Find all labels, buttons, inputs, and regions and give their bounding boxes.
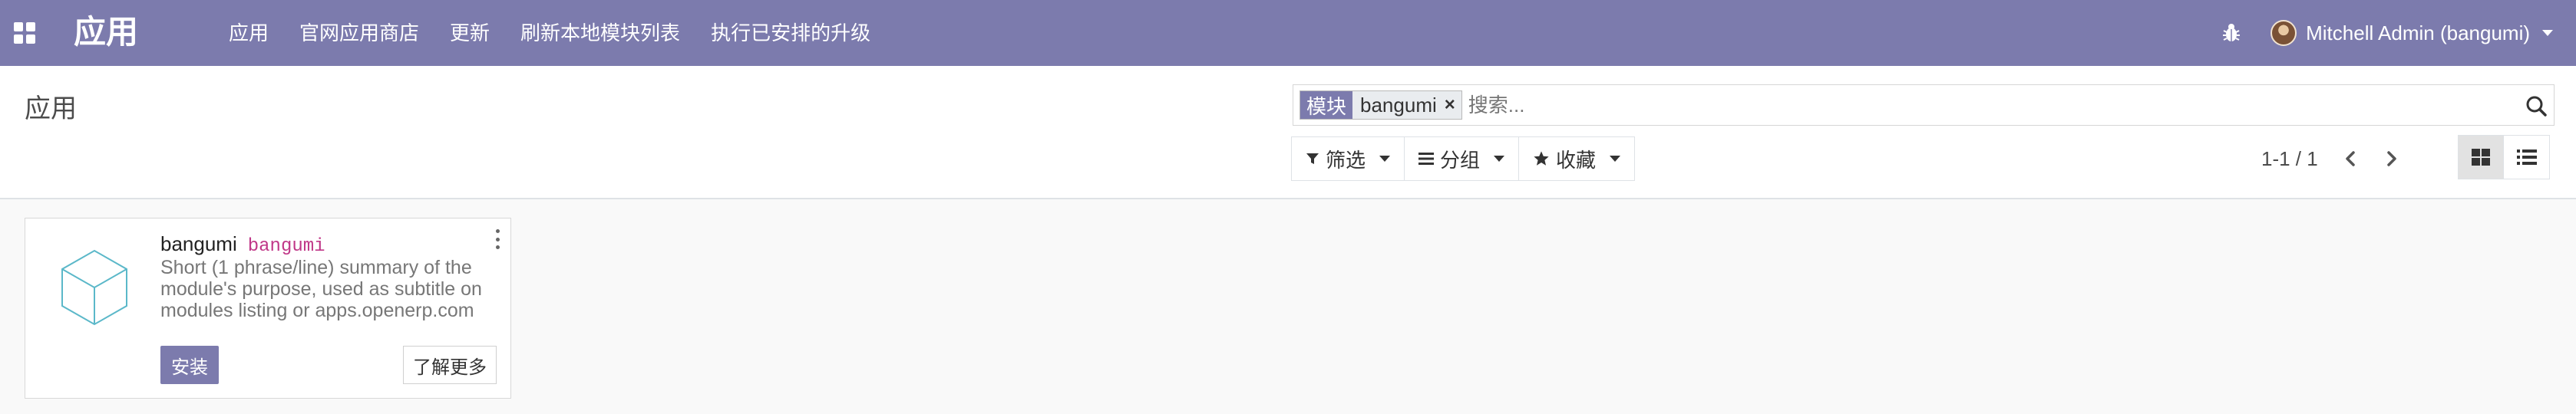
facet-value: bangumi	[1360, 93, 1437, 117]
menu-item-app-store[interactable]: 官网应用商店	[284, 0, 434, 66]
apps-grid-icon[interactable]	[14, 22, 35, 44]
chevron-down-icon	[2542, 30, 2553, 36]
bug-icon[interactable]	[2220, 21, 2243, 44]
user-name: Mitchell Admin (bangumi)	[2306, 21, 2530, 44]
pager: 1-1 / 1	[2261, 136, 2401, 181]
group-by-button[interactable]: 分组	[1405, 136, 1520, 181]
caret-down-icon	[1379, 156, 1391, 162]
install-button[interactable]: 安装	[160, 346, 219, 384]
module-name: bangumi	[160, 232, 237, 255]
filter-label: 筛选	[1326, 148, 1366, 172]
close-icon[interactable]: ×	[1445, 91, 1461, 119]
star-icon	[1534, 151, 1549, 166]
kanban-icon	[2472, 149, 2490, 166]
menu-item-apply-scheduled-upgrades[interactable]: 执行已安排的升级	[695, 0, 886, 66]
control-panel: 应用 模块 bangumi × 筛选 分组 收藏	[0, 66, 2576, 199]
chevron-right-icon[interactable]	[2383, 150, 2401, 168]
main-menu: 应用 官网应用商店 更新 刷新本地模块列表 执行已安排的升级	[229, 0, 886, 66]
learn-more-button[interactable]: 了解更多	[403, 346, 497, 384]
favorites-label: 收藏	[1556, 148, 1597, 172]
module-summary: Short (1 phrase/line) summary of the mod…	[160, 257, 482, 321]
menu-item-apps[interactable]: 应用	[229, 0, 284, 66]
menu-item-updates[interactable]: 更新	[434, 0, 505, 66]
app-brand[interactable]: 应用	[74, 11, 138, 54]
search-options: 筛选 分组 收藏	[1291, 136, 1636, 181]
caret-down-icon	[1494, 156, 1505, 162]
search-facet: 模块 bangumi ×	[1300, 90, 1462, 120]
search-icon[interactable]	[2525, 94, 2548, 117]
caret-down-icon	[1610, 156, 1621, 162]
facet-label: 模块	[1300, 91, 1353, 119]
list-view-icon	[2516, 150, 2537, 165]
view-switcher	[2458, 135, 2550, 179]
group-by-label: 分组	[1440, 148, 1481, 172]
list-view-button[interactable]	[2504, 135, 2550, 179]
list-icon	[1418, 153, 1435, 165]
chevron-left-icon[interactable]	[2341, 150, 2360, 168]
module-technical-name: bangumi	[247, 236, 325, 257]
systray: Mitchell Admin (bangumi)	[2220, 0, 2553, 66]
menu-item-update-apps-list[interactable]: 刷新本地模块列表	[505, 0, 695, 66]
more-options-icon[interactable]	[494, 229, 501, 249]
search-input[interactable]	[1468, 90, 2554, 120]
pager-value[interactable]: 1-1 / 1	[2261, 147, 2318, 171]
filter-icon	[1306, 153, 1319, 164]
filter-button[interactable]: 筛选	[1291, 136, 1405, 181]
search-bar[interactable]: 模块 bangumi ×	[1293, 84, 2555, 126]
user-menu[interactable]: Mitchell Admin (bangumi)	[2271, 20, 2553, 46]
page-title: 应用	[25, 94, 77, 123]
module-card[interactable]: bangumi bangumi Short (1 phrase/line) sum…	[25, 218, 511, 399]
favorites-button[interactable]: 收藏	[1519, 136, 1636, 181]
kanban-view-button[interactable]	[2458, 135, 2504, 179]
module-title: bangumi bangumi	[160, 232, 325, 257]
avatar	[2271, 20, 2297, 46]
module-cube-icon	[56, 246, 133, 330]
top-navbar: 应用 应用 官网应用商店 更新 刷新本地模块列表 执行已安排的升级 Mitche…	[0, 0, 2576, 66]
